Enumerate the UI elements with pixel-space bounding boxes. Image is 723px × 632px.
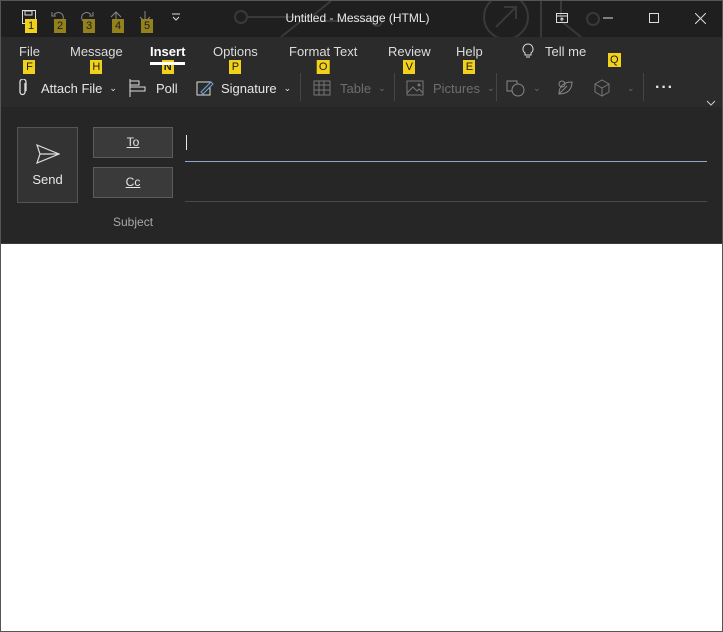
tab-options[interactable]: Options P <box>213 44 258 74</box>
picture-icon <box>406 80 424 96</box>
next-item-button[interactable]: 5 <box>135 7 155 33</box>
icons-button[interactable] <box>556 77 574 99</box>
undo-button[interactable]: 2 <box>48 7 68 33</box>
keytip-message: H <box>90 60 103 74</box>
tab-help[interactable]: Help E <box>456 44 483 74</box>
cc-label: Cc <box>125 175 141 189</box>
keytip-2: 2 <box>54 19 66 33</box>
send-button[interactable]: Send <box>17 127 78 203</box>
keytip-insert: N <box>161 60 174 74</box>
chevron-down-icon: ⌄ <box>627 82 635 93</box>
chevron-down-icon: ⌄ <box>378 82 386 93</box>
send-icon <box>35 143 60 164</box>
to-button[interactable]: To <box>93 127 173 158</box>
keytip-tell-me: Q <box>608 53 621 67</box>
more-icon: ··· <box>655 79 674 96</box>
chevron-down-icon: ⌄ <box>533 82 541 93</box>
tab-message[interactable]: Message H <box>70 44 123 74</box>
close-icon <box>694 12 706 24</box>
minimize-icon <box>603 17 613 19</box>
poll-label: Poll <box>156 80 178 96</box>
table-button[interactable]: Table ⌄ <box>313 77 386 99</box>
cube-icon <box>594 79 610 97</box>
ribbon-display-icon <box>556 13 568 23</box>
close-button[interactable] <box>677 1 722 35</box>
tab-insert[interactable]: Insert N <box>150 44 186 74</box>
compose-header: Send To Cc Subject <box>1 107 722 244</box>
cc-button[interactable]: Cc <box>93 167 173 198</box>
chevron-down-icon: ⌄ <box>486 82 495 93</box>
maximize-button[interactable] <box>631 1 677 35</box>
signature-button[interactable]: Signature ⌄ <box>196 77 291 99</box>
shapes-icon <box>506 80 525 97</box>
keytip-options: P <box>229 60 242 74</box>
keytip-5: 5 <box>141 19 153 33</box>
quick-access-toolbar: 1 2 3 4 5 <box>19 7 155 33</box>
attach-file-button[interactable]: Attach File ⌄ <box>17 77 117 99</box>
keytip-4: 4 <box>112 19 124 33</box>
3d-models-button[interactable]: ⌄ <box>593 77 635 99</box>
signature-label: Signature <box>221 80 277 96</box>
keytip-review: V <box>403 60 416 74</box>
send-label: Send <box>32 171 63 187</box>
paperclip-icon <box>19 79 27 96</box>
previous-item-button[interactable]: 4 <box>106 7 126 33</box>
keytip-1: 1 <box>25 19 37 33</box>
title-bar: 1 2 3 4 5 Untitled - Message (HTML) <box>1 1 722 37</box>
poll-icon <box>129 79 146 97</box>
more-commands-button[interactable]: ··· <box>655 77 674 99</box>
tab-format-text[interactable]: Format Text O <box>289 44 357 74</box>
pictures-label: Pictures <box>433 80 480 96</box>
tell-me-label: Tell me <box>545 43 587 59</box>
chevron-down-icon: ⌄ <box>109 82 117 93</box>
message-body-editor[interactable] <box>1 245 722 631</box>
ribbon-separator <box>496 73 497 101</box>
keytip-3: 3 <box>83 19 95 33</box>
attach-file-label: Attach File <box>41 80 103 96</box>
keytip-help: E <box>463 60 476 74</box>
cc-field[interactable] <box>185 171 707 202</box>
chevron-down-icon <box>706 100 716 106</box>
customize-qat-button[interactable] <box>171 11 181 26</box>
to-label: To <box>126 135 140 149</box>
save-button[interactable]: 1 <box>19 7 39 33</box>
pictures-button[interactable]: Pictures ⌄ <box>406 77 495 99</box>
maximize-icon <box>649 13 659 23</box>
ribbon-separator <box>300 73 301 101</box>
table-icon <box>313 80 331 96</box>
poll-button[interactable]: Poll <box>129 77 178 99</box>
lightbulb-icon <box>522 43 534 58</box>
ribbon-separator <box>394 73 395 101</box>
tell-me-search[interactable]: Tell me <box>521 43 586 59</box>
tab-review[interactable]: Review V <box>388 44 431 74</box>
subject-label: Subject <box>113 215 154 229</box>
ribbon-separator <box>643 73 644 101</box>
minimize-button[interactable] <box>585 1 631 35</box>
leaf-icons-icon <box>558 80 573 95</box>
text-cursor <box>186 135 187 150</box>
ribbon: File F Message H Insert N Options P Form… <box>1 37 722 107</box>
keytip-format-text: O <box>316 60 330 74</box>
dropdown-caret-icon <box>172 13 180 21</box>
ribbon-display-options-button[interactable] <box>539 1 585 35</box>
chevron-down-icon: ⌄ <box>283 82 292 93</box>
redo-button[interactable]: 3 <box>77 7 97 33</box>
shapes-button[interactable]: ⌄ <box>506 77 541 99</box>
to-field[interactable] <box>185 131 707 162</box>
table-label: Table <box>340 80 372 96</box>
tab-file[interactable]: File F <box>19 44 40 74</box>
keytip-file: F <box>23 60 36 74</box>
outlook-message-window: 1 2 3 4 5 Untitled - Message (HTML) File… <box>0 0 723 632</box>
signature-pen-icon <box>196 81 214 96</box>
